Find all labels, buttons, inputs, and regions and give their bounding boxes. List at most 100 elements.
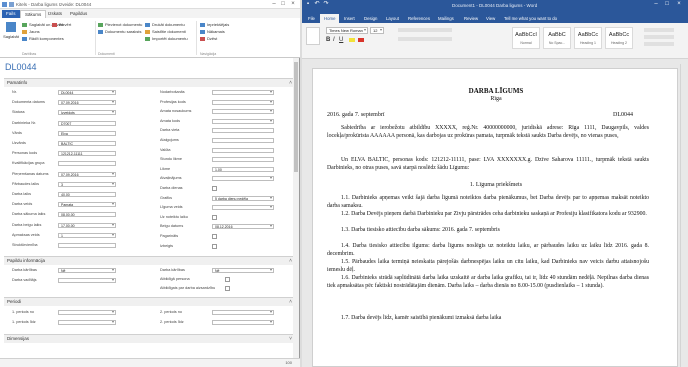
field-select[interactable] xyxy=(212,205,274,211)
field-input[interactable] xyxy=(212,147,274,153)
maximize-icon[interactable]: □ xyxy=(279,1,287,8)
field-select[interactable] xyxy=(212,310,274,315)
tab-more[interactable]: Papildus xyxy=(66,10,91,18)
redo-icon[interactable]: ↷ xyxy=(322,1,330,8)
field-select[interactable]: Pamata xyxy=(58,202,116,208)
paragraph-tools[interactable] xyxy=(398,28,452,32)
field-select[interactable]: 17.00.00 xyxy=(58,222,116,228)
field-checkbox[interactable] xyxy=(212,214,217,220)
doc-list-button[interactable]: Dokumentu saraksts xyxy=(98,29,141,34)
word-tab[interactable]: Tell me what you want to do xyxy=(500,14,561,23)
field-input[interactable] xyxy=(212,128,274,134)
word-vertical-scrollbar[interactable] xyxy=(680,64,688,367)
field-input[interactable]: 08.00.00 xyxy=(58,212,116,218)
field-select[interactable] xyxy=(212,118,274,124)
field-select[interactable] xyxy=(212,90,274,95)
field-checkbox[interactable] xyxy=(225,277,230,282)
word-save-icon[interactable]: ▪ xyxy=(304,1,312,8)
scroll-thumb[interactable] xyxy=(294,62,298,172)
close-icon[interactable]: × xyxy=(289,1,297,8)
collapse-icon[interactable]: ˄ xyxy=(289,257,292,265)
minimize-icon[interactable]: – xyxy=(270,1,278,8)
highlight-icon[interactable] xyxy=(349,38,355,42)
maximize-icon[interactable]: □ xyxy=(663,1,671,8)
field-input[interactable] xyxy=(212,157,274,163)
minimize-icon[interactable]: – xyxy=(652,1,660,8)
field-select[interactable] xyxy=(58,320,116,325)
style-option[interactable]: AaBbCcI Normal xyxy=(512,27,540,49)
field-select[interactable]: 07.09.2016 xyxy=(58,171,116,177)
word-tab[interactable]: Insert xyxy=(340,14,359,23)
save-button[interactable]: Saglabāt xyxy=(3,22,19,39)
word-tab[interactable]: View xyxy=(482,14,499,23)
delete-button[interactable]: Dzēst xyxy=(200,36,217,41)
show-parts-button[interactable]: Rādīt komponentes xyxy=(22,36,64,41)
font-name-select[interactable]: Times New Roman xyxy=(326,27,368,34)
field-checkbox[interactable] xyxy=(212,186,217,191)
field-checkbox[interactable] xyxy=(212,243,217,249)
alignment-tools[interactable] xyxy=(398,37,452,41)
vertical-scrollbar[interactable] xyxy=(293,58,299,358)
field-select[interactable]: 08.12.2016 xyxy=(212,224,274,230)
close-icon[interactable]: × xyxy=(675,1,683,8)
word-tab[interactable]: Home xyxy=(320,14,340,23)
field-select[interactable]: Izveidots xyxy=(58,110,116,116)
word-tab[interactable]: File xyxy=(304,14,319,23)
replace-button[interactable] xyxy=(644,35,674,39)
italic-icon[interactable]: I xyxy=(333,37,335,43)
section-extra-header[interactable]: Papildu informācija ˄ xyxy=(4,256,296,265)
field-input[interactable]: BALTIC xyxy=(58,141,116,146)
word-tab[interactable]: Mailings xyxy=(434,14,458,23)
word-tab[interactable]: References xyxy=(404,14,434,23)
tab-file[interactable]: Fails xyxy=(2,10,20,18)
field-input[interactable]: 1.00 xyxy=(212,166,274,172)
word-tab[interactable]: Layout xyxy=(382,14,403,23)
new-button[interactable]: Jauns xyxy=(22,29,40,34)
section-main-header[interactable]: Pamatinfo ˄ xyxy=(4,78,296,87)
field-select[interactable] xyxy=(58,310,116,315)
field-checkbox[interactable] xyxy=(225,286,230,291)
field-input[interactable]: Elva xyxy=(58,130,116,136)
collapse-icon[interactable]: ˄ xyxy=(289,79,292,87)
field-select[interactable]: Nē xyxy=(58,268,116,273)
field-select[interactable] xyxy=(212,176,274,182)
underline-icon[interactable]: U xyxy=(339,37,343,43)
field-select[interactable] xyxy=(58,277,116,283)
font-size-select[interactable]: 12 xyxy=(370,27,384,34)
field-input[interactable] xyxy=(58,243,116,248)
prev-button[interactable]: Iepriekšējais xyxy=(200,22,229,27)
font-color-icon[interactable] xyxy=(358,38,364,42)
field-select[interactable]: 1 xyxy=(58,232,116,238)
field-select[interactable] xyxy=(212,320,274,325)
next-button[interactable]: Nākamais xyxy=(200,29,225,34)
field-select[interactable]: DL0044 xyxy=(58,90,116,95)
field-select[interactable]: 07.09.2016 xyxy=(58,100,116,106)
print-doc-button[interactable]: Drukāt dokumentu xyxy=(145,22,185,27)
close-doc-button[interactable]: Aizvērt xyxy=(52,22,71,27)
section-other-header[interactable]: Dimensijas ˅ xyxy=(4,334,296,343)
quick-save-icon[interactable] xyxy=(9,2,14,7)
word-tab[interactable]: Design xyxy=(360,14,381,23)
tab-view[interactable]: Izskats xyxy=(44,10,66,18)
document-page[interactable]: DARBA LĪGUMS Rīga 2016. gada 7. septembr… xyxy=(312,68,678,367)
field-select[interactable] xyxy=(212,109,274,115)
word-tab[interactable]: Review xyxy=(460,14,482,23)
add-document-button[interactable]: Pievienot dokumentu xyxy=(98,22,142,27)
find-button[interactable] xyxy=(644,28,674,32)
linked-docs-button[interactable]: Saistītie dokumenti xyxy=(145,29,186,34)
select-button[interactable] xyxy=(644,42,674,46)
section-period-header[interactable]: Periodi ˄ xyxy=(4,297,296,306)
collapse-icon[interactable]: ˄ xyxy=(289,298,292,306)
field-input[interactable] xyxy=(58,161,116,167)
expand-icon[interactable]: ˅ xyxy=(289,335,292,343)
style-option[interactable]: AaBbC No Spac... xyxy=(543,27,571,49)
field-input[interactable]: D7007 xyxy=(58,120,116,126)
style-option[interactable]: AaBbCc Heading 1 xyxy=(574,27,602,49)
field-select[interactable] xyxy=(212,99,274,105)
undo-icon[interactable]: ↶ xyxy=(313,1,321,8)
field-input[interactable]: 121212-11111 xyxy=(58,151,116,157)
field-input[interactable]: 40.00 xyxy=(58,192,116,197)
field-input[interactable] xyxy=(212,138,274,143)
import-doc-button[interactable]: Importēt dokumentu xyxy=(145,36,188,41)
style-option[interactable]: AaBbCc Heading 2 xyxy=(605,27,633,49)
